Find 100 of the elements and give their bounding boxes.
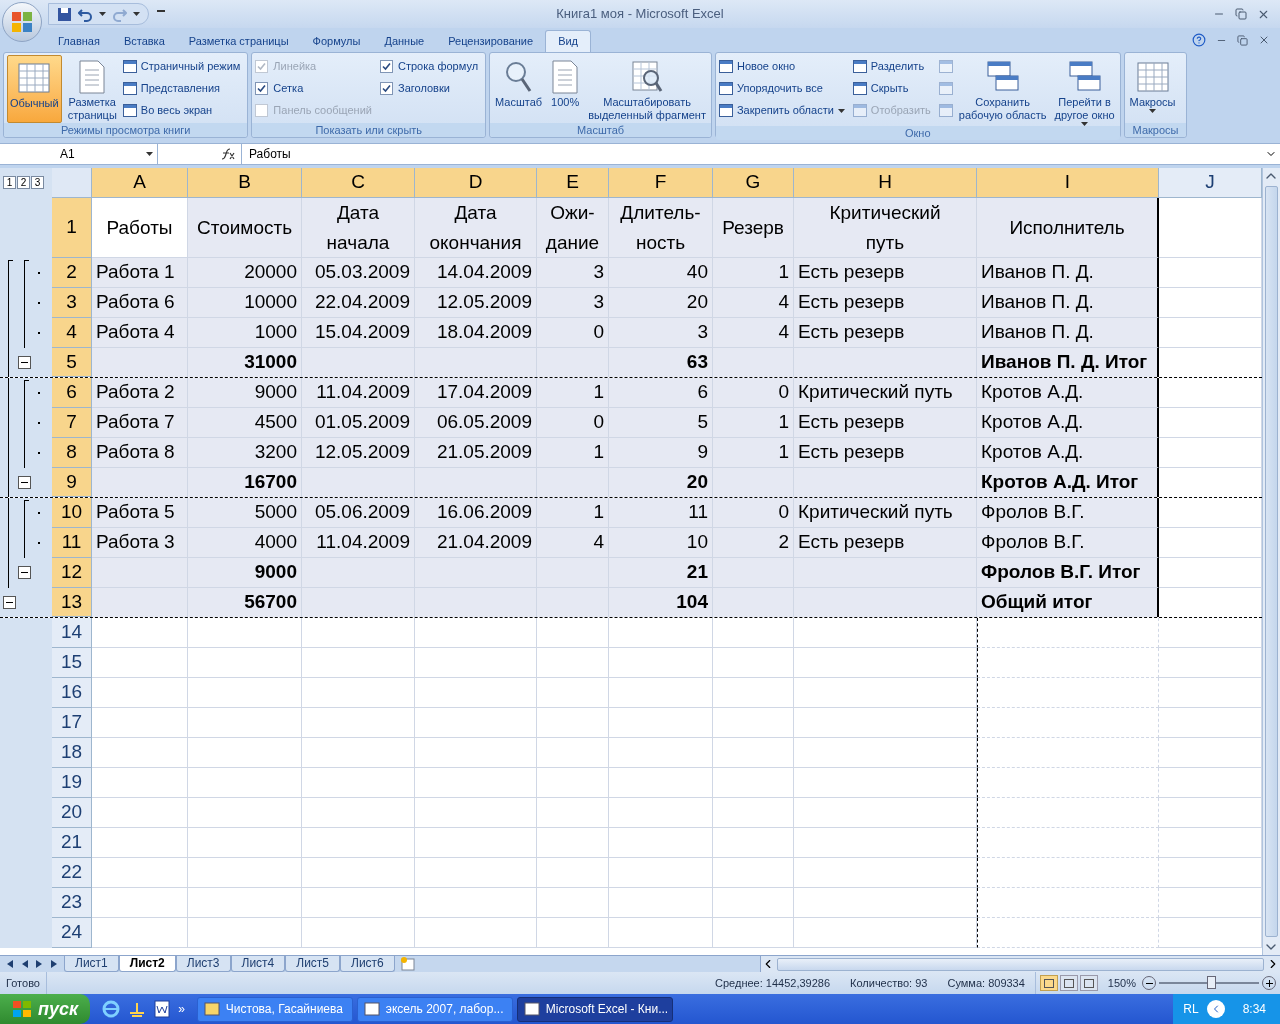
row-header[interactable]: 18 [52, 738, 92, 768]
name-box[interactable]: A1 [0, 144, 158, 164]
column-header[interactable]: D [415, 168, 537, 198]
zoom-level[interactable]: 150% [1101, 974, 1142, 992]
collapse-button[interactable] [18, 566, 31, 579]
collapse-button[interactable] [3, 596, 16, 609]
row-header[interactable]: 6 [52, 378, 92, 408]
checkbox-option[interactable]: Строка формул [380, 57, 483, 76]
column-header[interactable]: H [794, 168, 977, 198]
document-icon[interactable] [154, 1000, 171, 1018]
ribbon-tab[interactable]: Разметка страницы [176, 30, 301, 52]
ribbon-large-button[interactable]: Сохранить рабочую область [956, 55, 1049, 126]
ribbon-tab[interactable]: Вид [545, 30, 592, 52]
taskbar-task[interactable]: эксель 2007, лабор... [356, 996, 513, 1022]
row-header[interactable]: 9 [52, 468, 92, 497]
ribbon-large-button[interactable]: Перейти в другое окно [1052, 55, 1117, 126]
show-hidden-icon[interactable] [1206, 1000, 1225, 1018]
function-icon[interactable] [221, 148, 235, 160]
row-header[interactable]: 3 [52, 288, 92, 318]
prev-sheet-icon[interactable] [21, 960, 28, 968]
row-header[interactable]: 13 [52, 588, 92, 617]
collapse-button[interactable] [18, 356, 31, 369]
ribbon-tab[interactable]: Главная [46, 30, 112, 52]
more-button[interactable]: » [178, 1000, 185, 1018]
row-header[interactable]: 1 [52, 198, 92, 258]
column-header[interactable]: J [1159, 168, 1262, 198]
row-header[interactable]: 11 [52, 528, 92, 558]
sheet-tab[interactable]: Лист2 [118, 956, 176, 972]
ribbon-tab[interactable]: Вставка [111, 30, 177, 52]
ribbon-large-button[interactable]: Обычный [7, 55, 62, 123]
vertical-scrollbar[interactable] [1262, 168, 1280, 955]
ribbon-tab[interactable]: Формулы [300, 30, 373, 52]
ribbon-button[interactable]: Разделить [852, 57, 935, 76]
row-header[interactable]: 22 [52, 858, 92, 888]
row-header[interactable]: 20 [52, 798, 92, 828]
start-button[interactable]: пуск [0, 994, 91, 1024]
restore-icon[interactable] [1235, 8, 1247, 20]
column-header[interactable]: G [713, 168, 794, 198]
ribbon-button[interactable]: Во весь экран [122, 101, 245, 120]
outline-level-button[interactable]: 2 [17, 176, 30, 189]
row-header[interactable]: 5 [52, 348, 92, 377]
row-header[interactable]: 17 [52, 708, 92, 738]
outline-level-button[interactable]: 1 [3, 176, 16, 189]
ribbon-large-button[interactable]: Масштаб [493, 55, 545, 123]
row-header[interactable]: 21 [52, 828, 92, 858]
undo-icon[interactable] [78, 6, 93, 22]
checkbox-option[interactable]: Заголовки [380, 79, 483, 98]
view-mode-button[interactable] [1059, 975, 1078, 991]
row-header[interactable]: 4 [52, 318, 92, 348]
column-header[interactable]: A [92, 168, 188, 198]
column-header[interactable]: C [302, 168, 415, 198]
restore-icon[interactable] [1237, 34, 1248, 46]
sheet-tab[interactable]: Лист6 [340, 956, 395, 972]
checkbox-option[interactable]: Сетка [255, 79, 376, 98]
ribbon-large-button[interactable]: Масштабировать выделенный фрагмент [586, 55, 708, 123]
row-header[interactable]: 14 [52, 618, 92, 648]
ribbon-large-button[interactable]: 100% [548, 55, 583, 123]
help-icon[interactable] [1192, 33, 1206, 47]
column-header[interactable]: F [609, 168, 713, 198]
last-sheet-icon[interactable] [51, 960, 58, 968]
ribbon-large-button[interactable]: Макросы [1127, 55, 1178, 123]
column-header[interactable]: I [977, 168, 1159, 198]
ribbon-large-button[interactable]: Разметка страницы [65, 55, 119, 123]
close-icon[interactable] [1258, 34, 1270, 46]
sheet-tab[interactable]: Лист3 [175, 956, 231, 972]
ribbon-button[interactable]: Закрепить области [718, 101, 849, 120]
outline-level-button[interactable]: 3 [31, 176, 44, 189]
row-header[interactable]: 10 [52, 498, 92, 528]
ribbon-button[interactable]: Страничный режим [122, 57, 245, 76]
row-header[interactable]: 7 [52, 408, 92, 438]
ribbon-tab[interactable]: Рецензирование [436, 30, 546, 52]
view-mode-button[interactable] [1039, 975, 1058, 991]
row-header[interactable]: 12 [52, 558, 92, 588]
row-header[interactable]: 23 [52, 888, 92, 918]
ribbon-tab[interactable]: Данные [372, 30, 437, 52]
browser-icon[interactable] [102, 1000, 121, 1018]
view-mode-button[interactable] [1079, 975, 1098, 991]
sheet-tab[interactable]: Лист5 [285, 956, 341, 972]
save-icon[interactable] [57, 6, 72, 22]
row-header[interactable]: 8 [52, 438, 92, 468]
zoom-slider-thumb[interactable] [1207, 976, 1216, 989]
horizontal-scrollbar[interactable] [777, 957, 1264, 971]
taskbar-task[interactable]: Microsoft Excel - Кни... [516, 996, 673, 1022]
row-header[interactable]: 24 [52, 918, 92, 948]
column-header[interactable]: B [188, 168, 302, 198]
next-sheet-icon[interactable] [36, 960, 43, 968]
collapse-button[interactable] [18, 476, 31, 489]
network-icon[interactable] [128, 1000, 147, 1018]
row-header[interactable]: 16 [52, 678, 92, 708]
ribbon-button[interactable]: Скрыть [852, 79, 935, 98]
ribbon-button[interactable]: Новое окно [718, 57, 849, 76]
ribbon-button[interactable]: Упорядочить все [718, 79, 849, 98]
row-header[interactable]: 15 [52, 648, 92, 678]
sheet-tab[interactable]: Лист4 [230, 956, 286, 972]
row-header[interactable]: 2 [52, 258, 92, 288]
ribbon-button[interactable]: Представления [122, 79, 245, 98]
first-sheet-icon[interactable] [6, 960, 13, 968]
office-button[interactable] [2, 2, 42, 42]
row-header[interactable]: 19 [52, 768, 92, 798]
column-header[interactable]: E [537, 168, 609, 198]
